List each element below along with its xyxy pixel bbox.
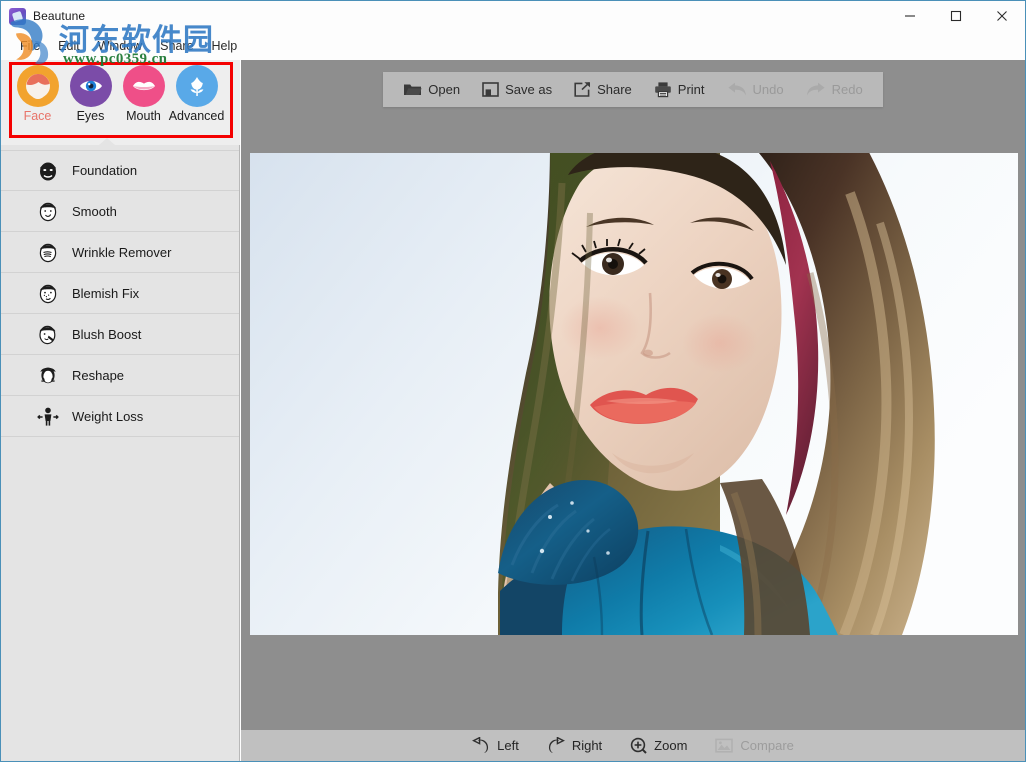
undo-arrow-icon <box>727 82 747 98</box>
sidebar-item-label: Blemish Fix <box>72 286 139 301</box>
rotate-right-icon <box>547 737 565 754</box>
menu-item-file[interactable]: File <box>11 36 49 56</box>
save-icon <box>482 81 499 98</box>
weight-loss-icon <box>35 403 61 429</box>
sidebar-item-blush-boost[interactable]: Blush Boost <box>1 314 239 355</box>
share-icon <box>574 81 591 98</box>
maximize-icon[interactable] <box>933 1 979 31</box>
print-button-label: Print <box>678 82 705 97</box>
category-tab-mouth[interactable]: Mouth <box>117 65 170 123</box>
active-tab-notch <box>99 138 115 145</box>
compare-label: Compare <box>740 738 793 753</box>
reshape-face-icon <box>35 362 61 388</box>
window-title: Beautune <box>33 9 85 23</box>
menu-item-share[interactable]: Share <box>151 36 202 56</box>
category-label-mouth: Mouth <box>126 109 161 123</box>
folder-open-icon <box>403 81 422 98</box>
open-button-label: Open <box>428 82 460 97</box>
rotate-right-button[interactable]: Right <box>533 731 616 761</box>
tulip-icon <box>176 65 218 107</box>
category-label-advanced: Advanced <box>169 109 225 123</box>
menu-item-window[interactable]: Window <box>89 36 151 56</box>
blush-face-icon <box>35 321 61 347</box>
print-button[interactable]: Print <box>643 73 716 107</box>
lips-icon <box>123 65 165 107</box>
sidebar-item-label: Wrinkle Remover <box>72 245 171 260</box>
category-tab-eyes[interactable]: Eyes <box>64 65 117 123</box>
smooth-face-icon <box>35 198 61 224</box>
printer-icon <box>654 81 672 98</box>
compare-icon <box>715 737 733 754</box>
sidebar-item-blemish-fix[interactable]: Blemish Fix <box>1 273 239 314</box>
save-as-button[interactable]: Save as <box>471 73 563 107</box>
sidebar-item-reshape[interactable]: Reshape <box>1 355 239 396</box>
editor-canvas: Open Save as <box>241 60 1025 729</box>
title-bar: Beautune <box>1 1 1025 31</box>
beautune-window: Beautune File Edit Window Share Help <box>0 0 1026 762</box>
category-tab-face[interactable]: Face <box>11 65 64 123</box>
minimize-icon[interactable] <box>887 1 933 31</box>
tool-list: Foundation Smooth <box>1 150 239 437</box>
category-tab-advanced[interactable]: Advanced <box>170 65 223 123</box>
save-as-button-label: Save as <box>505 82 552 97</box>
menu-item-help[interactable]: Help <box>203 36 247 56</box>
sidebar-item-label: Weight Loss <box>72 409 143 424</box>
category-label-face: Face <box>24 109 52 123</box>
foundation-face-icon <box>35 158 61 184</box>
category-tabs: Face Eyes <box>1 60 240 145</box>
category-label-eyes: Eyes <box>77 109 105 123</box>
rotate-right-label: Right <box>572 738 602 753</box>
sidebar-item-label: Blush Boost <box>72 327 141 342</box>
close-icon[interactable] <box>979 1 1025 31</box>
undo-button-label: Undo <box>753 82 784 97</box>
rotate-left-icon <box>472 737 490 754</box>
menu-bar: File Edit Window Share Help <box>1 31 1025 60</box>
wrinkle-face-icon <box>35 239 61 265</box>
sidebar-item-foundation[interactable]: Foundation <box>1 150 239 191</box>
zoom-label: Zoom <box>654 738 687 753</box>
redo-button[interactable]: Redo <box>795 73 874 107</box>
redo-arrow-icon <box>806 82 826 98</box>
menu-item-edit[interactable]: Edit <box>49 36 89 56</box>
face-icon <box>17 65 59 107</box>
eye-icon <box>70 65 112 107</box>
window-controls <box>887 1 1025 31</box>
bottom-toolbar: Left Right Zoom <box>241 729 1025 761</box>
open-button[interactable]: Open <box>392 73 471 107</box>
beautune-app-icon <box>9 8 26 25</box>
sidebar: Face Eyes <box>1 60 240 762</box>
rotate-left-label: Left <box>497 738 519 753</box>
undo-button[interactable]: Undo <box>716 73 795 107</box>
blemish-face-icon <box>35 280 61 306</box>
sidebar-item-wrinkle-remover[interactable]: Wrinkle Remover <box>1 232 239 273</box>
main-toolbar: Open Save as <box>383 72 883 107</box>
redo-button-label: Redo <box>832 82 863 97</box>
sidebar-item-label: Smooth <box>72 204 117 219</box>
sidebar-item-weight-loss[interactable]: Weight Loss <box>1 396 239 437</box>
share-button-label: Share <box>597 82 632 97</box>
photo-preview[interactable] <box>250 153 1018 635</box>
compare-button[interactable]: Compare <box>701 731 807 761</box>
share-button[interactable]: Share <box>563 73 643 107</box>
rotate-left-button[interactable]: Left <box>458 731 533 761</box>
sidebar-item-label: Foundation <box>72 163 137 178</box>
zoom-button[interactable]: Zoom <box>616 731 701 761</box>
sidebar-item-label: Reshape <box>72 368 124 383</box>
zoom-in-icon <box>630 737 647 754</box>
sidebar-item-smooth[interactable]: Smooth <box>1 191 239 232</box>
